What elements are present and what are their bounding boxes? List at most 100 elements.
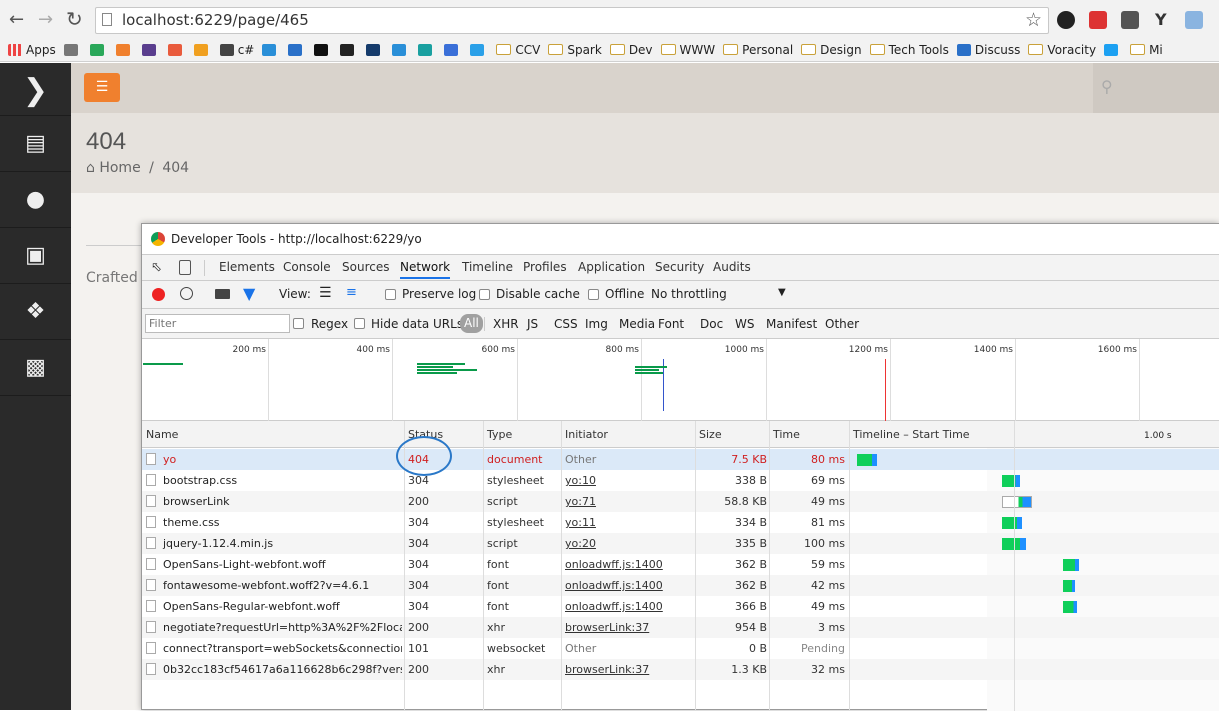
- bookmark-folder[interactable]: Mi: [1130, 38, 1163, 61]
- hide-data-urls-checkbox[interactable]: [354, 318, 365, 329]
- bookmark-item[interactable]: [167, 38, 186, 61]
- filter-type-img[interactable]: Img: [585, 317, 608, 331]
- tab-timeline[interactable]: Timeline: [462, 260, 513, 274]
- bookmark-item[interactable]: [366, 38, 384, 61]
- table-row[interactable]: jquery-1.12.4.min.js 304 script yo:20 335 B 1…: [142, 533, 1219, 554]
- device-mode-icon[interactable]: [179, 260, 191, 275]
- filter-type-css[interactable]: CSS: [554, 317, 578, 331]
- regex-checkbox[interactable]: [293, 318, 304, 329]
- column-header-time[interactable]: Time: [769, 421, 849, 448]
- user-icon[interactable]: ●: [0, 171, 71, 227]
- reload-icon[interactable]: ↻: [66, 7, 83, 31]
- bookmark-folder[interactable]: Design: [801, 38, 862, 61]
- filter-type-doc[interactable]: Doc: [700, 317, 723, 331]
- bookmark-item[interactable]: [470, 38, 488, 61]
- menu-toggle-button[interactable]: ☰: [84, 73, 120, 102]
- tab-sources[interactable]: Sources: [342, 260, 389, 274]
- filter-type-media[interactable]: Media: [619, 317, 655, 331]
- bookmark-folder[interactable]: WWW: [660, 38, 715, 61]
- bookmark-item[interactable]: [115, 38, 134, 61]
- table-row[interactable]: browserLink 200 script yo:71 58.8 KB 49 ms: [142, 491, 1219, 512]
- disable-cache-checkbox[interactable]: [479, 289, 490, 300]
- bookmark-item[interactable]: c#: [219, 38, 254, 61]
- star-icon[interactable]: ☆: [1025, 9, 1042, 31]
- screenshot-extension-icon[interactable]: [1185, 11, 1203, 29]
- bookmark-folder[interactable]: Personal: [723, 38, 793, 61]
- forward-arrow-icon[interactable]: →: [38, 9, 53, 30]
- throttling-select[interactable]: No throttling: [651, 287, 727, 301]
- filter-type-manifest[interactable]: Manifest: [766, 317, 817, 331]
- table-row[interactable]: 0b32cc183cf54617a6a116628b6c298f?version…: [142, 659, 1219, 680]
- extension-dots-icon[interactable]: [1089, 11, 1107, 29]
- overview-icon[interactable]: ≡: [346, 285, 357, 300]
- initiator-cell[interactable]: yo:71: [565, 491, 693, 512]
- table-row[interactable]: connect?transport=webSockets&connectionT…: [142, 638, 1219, 659]
- table-row[interactable]: OpenSans-Light-webfont.woff 304 font onload…: [142, 554, 1219, 575]
- bookmark-folder[interactable]: Spark: [548, 38, 602, 61]
- back-arrow-icon[interactable]: ←: [9, 9, 24, 30]
- bookmark-folder[interactable]: Voracity: [1028, 38, 1096, 61]
- table-row[interactable]: yo 404 document Other 7.5 KB 80 ms: [142, 449, 1219, 470]
- tab-audits[interactable]: Audits: [713, 260, 751, 274]
- initiator-cell[interactable]: yo:20: [565, 533, 693, 554]
- bookmark-folder[interactable]: Dev: [609, 38, 653, 61]
- chevron-down-icon[interactable]: ▼: [778, 287, 786, 298]
- book-icon[interactable]: ▤: [0, 115, 71, 171]
- filter-icon[interactable]: ▼: [243, 284, 255, 303]
- address-bar[interactable]: localhost:6229/page/465 ☆: [95, 7, 1049, 34]
- y-extension-icon[interactable]: Y: [1155, 10, 1167, 29]
- bookmark-item[interactable]: [314, 38, 332, 61]
- tab-console[interactable]: Console: [283, 260, 331, 274]
- bookmark-folder[interactable]: CCV: [496, 38, 540, 61]
- bookmark-item[interactable]: Apps: [8, 38, 56, 61]
- table-row[interactable]: bootstrap.css 304 stylesheet yo:10 338 B 69 m…: [142, 470, 1219, 491]
- column-header-type[interactable]: Type: [483, 421, 561, 448]
- table-row[interactable]: theme.css 304 stylesheet yo:11 334 B 81 ms: [142, 512, 1219, 533]
- filter-input[interactable]: [145, 314, 290, 333]
- filter-type-js[interactable]: JS: [527, 317, 538, 331]
- wrench-icon[interactable]: ❖: [0, 283, 71, 339]
- bookmark-folder[interactable]: Tech Tools: [869, 38, 949, 61]
- filter-type-other[interactable]: Other: [825, 317, 859, 331]
- initiator-cell[interactable]: onloadwff.js:1400: [565, 596, 693, 617]
- initiator-cell[interactable]: onloadwff.js:1400: [565, 554, 693, 575]
- bookmark-item[interactable]: [392, 38, 410, 61]
- briefcase-icon[interactable]: ▩: [0, 339, 71, 395]
- initiator-cell[interactable]: yo:11: [565, 512, 693, 533]
- initiator-cell[interactable]: browserLink:37: [565, 659, 693, 680]
- breadcrumb-home[interactable]: Home: [99, 160, 140, 176]
- initiator-cell[interactable]: yo:10: [565, 470, 693, 491]
- record-icon[interactable]: [152, 288, 165, 301]
- bookmark-item[interactable]: [89, 38, 108, 61]
- bookmark-item[interactable]: [141, 38, 160, 61]
- column-header-size[interactable]: Size: [695, 421, 769, 448]
- tab-elements[interactable]: Elements: [219, 260, 275, 274]
- bookmark-item[interactable]: [288, 38, 306, 61]
- offline-checkbox[interactable]: [588, 289, 599, 300]
- tab-application[interactable]: Application: [578, 260, 645, 274]
- tab-profiles[interactable]: Profiles: [523, 260, 567, 274]
- tab-network[interactable]: Network: [400, 260, 451, 279]
- bookmark-item[interactable]: [193, 38, 212, 61]
- preserve-log-checkbox[interactable]: [385, 289, 396, 300]
- initiator-cell[interactable]: browserLink:37: [565, 617, 693, 638]
- table-row[interactable]: fontawesome-webfont.woff2?v=4.6.1 304 font…: [142, 575, 1219, 596]
- bookmark-item[interactable]: [444, 38, 462, 61]
- bookmark-item[interactable]: [1104, 38, 1122, 61]
- table-row[interactable]: OpenSans-Regular-webfont.woff 304 font onlo…: [142, 596, 1219, 617]
- table-row[interactable]: negotiate?requestUrl=http%3A%2F%2Flocalh…: [142, 617, 1219, 638]
- extension-color-icon[interactable]: [1057, 11, 1075, 29]
- large-rows-icon[interactable]: ☰: [319, 285, 332, 301]
- column-header-initiator[interactable]: Initiator: [561, 421, 695, 448]
- filter-type-xhr[interactable]: XHR: [493, 317, 519, 331]
- tab-security[interactable]: Security: [655, 260, 704, 274]
- logo-icon[interactable]: ❯: [0, 63, 71, 115]
- bookmark-item[interactable]: [63, 38, 82, 61]
- capture-screenshots-icon[interactable]: [215, 289, 230, 299]
- column-header-name[interactable]: Name: [142, 421, 404, 448]
- bookmark-item[interactable]: Discuss: [956, 38, 1020, 61]
- pocket-icon[interactable]: [1121, 11, 1139, 29]
- initiator-cell[interactable]: onloadwff.js:1400: [565, 575, 693, 596]
- money-icon[interactable]: ▣: [0, 227, 71, 283]
- filter-type-font[interactable]: Font: [658, 317, 684, 331]
